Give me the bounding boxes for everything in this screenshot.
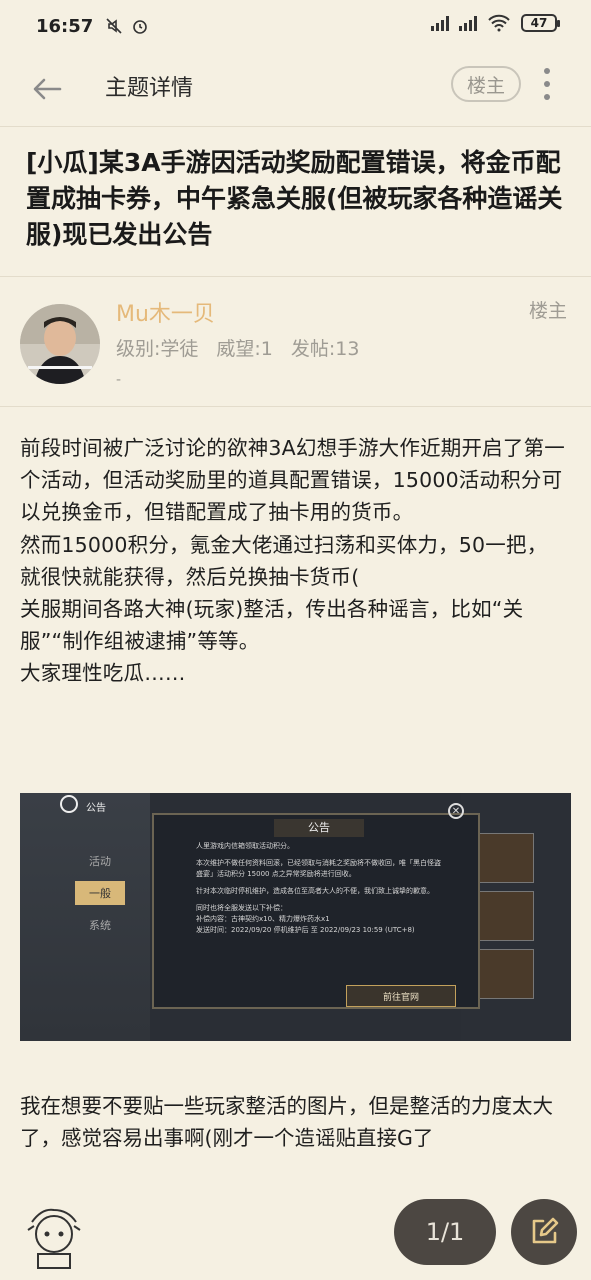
wifi-icon bbox=[488, 14, 510, 32]
embedded-image[interactable]: 公告 活动 一般 系统 公告 人里游戏内信箱领取活动积分。 本次维护不做任何资料… bbox=[20, 793, 571, 1041]
status-time: 16:57 bbox=[36, 15, 94, 37]
battery-icon: 47 bbox=[521, 14, 560, 32]
mute-icon bbox=[106, 18, 122, 34]
game-dialog-line: 发送时间：2022/09/20 停机维护后 至 2022/09/23 10:59… bbox=[196, 926, 415, 934]
avatar[interactable] bbox=[20, 304, 100, 384]
post-paragraph: 关服期间各路大神(玩家)整活，传出各种谣言，比如“关服”“制作组被逮捕”等等。 bbox=[20, 597, 524, 654]
avatar-image bbox=[20, 304, 100, 384]
only-op-button[interactable]: 楼主 bbox=[451, 66, 521, 102]
game-tab: 系统 bbox=[89, 919, 111, 932]
status-right: 47 bbox=[431, 14, 560, 32]
page-title: 主题详情 bbox=[105, 76, 194, 101]
divider bbox=[0, 406, 591, 407]
game-back-icon bbox=[60, 795, 78, 813]
game-dialog-line: 人里游戏内信箱领取活动积分。 bbox=[196, 842, 294, 850]
alarm-icon bbox=[133, 20, 148, 34]
game-close-icon: ✕ bbox=[448, 803, 464, 819]
author-level: 级别:学徒 bbox=[116, 338, 199, 360]
author-name[interactable]: Mu木一贝 bbox=[116, 296, 215, 328]
author-extra: - bbox=[116, 372, 122, 388]
game-dialog-line: 本次维护不做任何资料回滚，已经领取与消耗之奖励将不做收回，唯「黑白怪盗盛宴」活动… bbox=[196, 859, 441, 878]
game-dialog-line: 针对本次临时停机维护，造成各位至高者大人的不便，我们致上诚挚的歉意。 bbox=[196, 887, 434, 895]
post-paragraph: 然而15000积分，氪金大佬通过扫荡和买体力，50一把，就很快就能获得，然后兑换… bbox=[20, 532, 548, 589]
game-back-label: 公告 bbox=[86, 803, 106, 814]
game-dialog-line: 补偿内容：古神契约x10、精力爆炸药水x1 bbox=[196, 915, 330, 923]
divider bbox=[0, 126, 591, 127]
more-options-icon[interactable] bbox=[538, 66, 556, 102]
game-thumbnail bbox=[472, 949, 534, 999]
divider bbox=[0, 276, 591, 277]
post-paragraph: 我在想要不要贴一些玩家整活的图片，但是整活的力度太大了，感觉容易出事啊(刚才一个… bbox=[20, 1094, 553, 1151]
pagination-button[interactable]: 1/1 bbox=[394, 1199, 496, 1265]
arrow-left-icon bbox=[33, 78, 62, 100]
mascot-icon bbox=[27, 1208, 81, 1269]
thread-title: [小瓜]某3A手游因活动奖励配置错误，将金币配置成抽卡券，中午紧急关服(但被玩家… bbox=[26, 148, 563, 249]
app-header: 主题详情 楼主 bbox=[0, 52, 591, 126]
post-paragraph: 前段时间被广泛讨论的欲神3A幻想手游大作近期开启了第一个活动，但活动奖励里的道具… bbox=[20, 436, 565, 525]
game-thumbnail bbox=[472, 833, 534, 883]
game-dialog-text: 人里游戏内信箱领取活动积分。 本次维护不做任何资料回滚，已经领取与消耗之奖励将不… bbox=[196, 841, 446, 936]
back-button[interactable] bbox=[32, 72, 66, 106]
game-dialog-button: 前往官网 bbox=[346, 985, 456, 1007]
signal-icon bbox=[459, 15, 477, 31]
author-posts: 发帖:13 bbox=[290, 338, 360, 360]
game-thumbnail bbox=[472, 891, 534, 941]
post-paragraph: 大家理性吃瓜…… bbox=[20, 661, 186, 686]
edit-icon bbox=[532, 1217, 559, 1244]
reply-button[interactable] bbox=[511, 1199, 577, 1265]
post-body: 前段时间被广泛讨论的欲神3A幻想手游大作近期开启了第一个活动，但活动奖励里的道具… bbox=[20, 432, 565, 690]
game-dialog-title: 公告 bbox=[274, 819, 364, 837]
game-dialog-line: 同时也将全服发送以下补偿： bbox=[196, 904, 287, 912]
game-tab: 一般 bbox=[75, 881, 125, 905]
game-dialog: 公告 人里游戏内信箱领取活动积分。 本次维护不做任何资料回滚，已经领取与消耗之奖… bbox=[152, 813, 480, 1009]
game-tab: 活动 bbox=[89, 855, 111, 868]
floor-label: 楼主 bbox=[528, 300, 567, 322]
author-meta: 级别:学徒 威望:1 发帖:13 bbox=[116, 334, 360, 361]
author-prestige: 威望:1 bbox=[216, 338, 273, 360]
status-bar: 16:57 47 bbox=[0, 0, 591, 52]
signal-icon bbox=[431, 15, 449, 31]
